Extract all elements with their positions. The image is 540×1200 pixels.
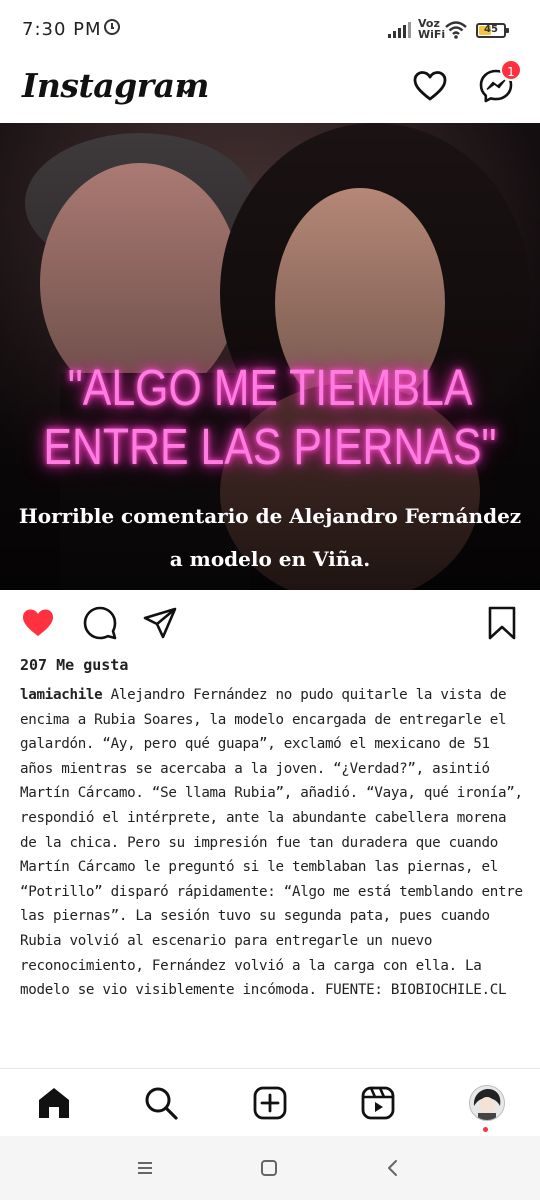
- post-image[interactable]: "ALGO ME TIEMBLA ENTRE LAS PIERNAS" Horr…: [0, 123, 540, 590]
- status-bar: 7:30 PM Voz WiFi 45: [0, 0, 540, 60]
- share-icon[interactable]: [142, 605, 178, 641]
- like-heart-icon[interactable]: [20, 605, 56, 641]
- image-subtitle-line-2: a modelo en Viña.: [169, 547, 371, 571]
- headline-line-2: ENTRE LAS PIERNAS": [43, 418, 497, 475]
- create-icon[interactable]: [252, 1085, 288, 1121]
- menu-icon[interactable]: [133, 1156, 157, 1180]
- caption-text: Alejandro Fernández no pudo quitarle la …: [20, 687, 523, 999]
- status-time: 7:30 PM: [22, 19, 102, 40]
- headline-line-1: "ALGO ME TIEMBLA: [67, 359, 473, 416]
- caption-username[interactable]: lamiachile: [20, 687, 103, 703]
- network-label: Voz WiFi: [418, 18, 445, 40]
- battery-level: 45: [484, 24, 498, 35]
- likes-count[interactable]: 207 Me gusta: [20, 656, 128, 674]
- search-icon[interactable]: [143, 1085, 179, 1121]
- battery-icon: 45: [476, 23, 509, 38]
- alarm-icon: [104, 19, 120, 35]
- post-actions: [0, 598, 540, 648]
- wifi-icon: [445, 21, 467, 39]
- heart-icon[interactable]: [412, 68, 448, 104]
- home-icon[interactable]: [36, 1085, 72, 1121]
- reels-icon[interactable]: [360, 1085, 396, 1121]
- bookmark-icon[interactable]: [484, 605, 520, 641]
- network-label-wifi: WiFi: [418, 28, 446, 41]
- post-caption: lamiachile Alejandro Fernández no pudo q…: [20, 683, 525, 1066]
- system-nav-bar: [0, 1136, 540, 1200]
- profile-avatar[interactable]: [469, 1085, 505, 1121]
- square-icon[interactable]: [257, 1156, 281, 1180]
- comment-icon[interactable]: [82, 605, 118, 641]
- bottom-nav: [0, 1068, 540, 1137]
- signal-icon: [388, 22, 414, 38]
- app-header: Instagram 1: [0, 59, 540, 122]
- back-icon[interactable]: [381, 1156, 405, 1180]
- messages-badge: 1: [500, 59, 522, 81]
- notification-dot: [483, 1127, 488, 1132]
- avatar-image: [470, 1086, 504, 1120]
- image-subtitle-line-1: Horrible comentario de Alejandro Fernánd…: [18, 504, 522, 528]
